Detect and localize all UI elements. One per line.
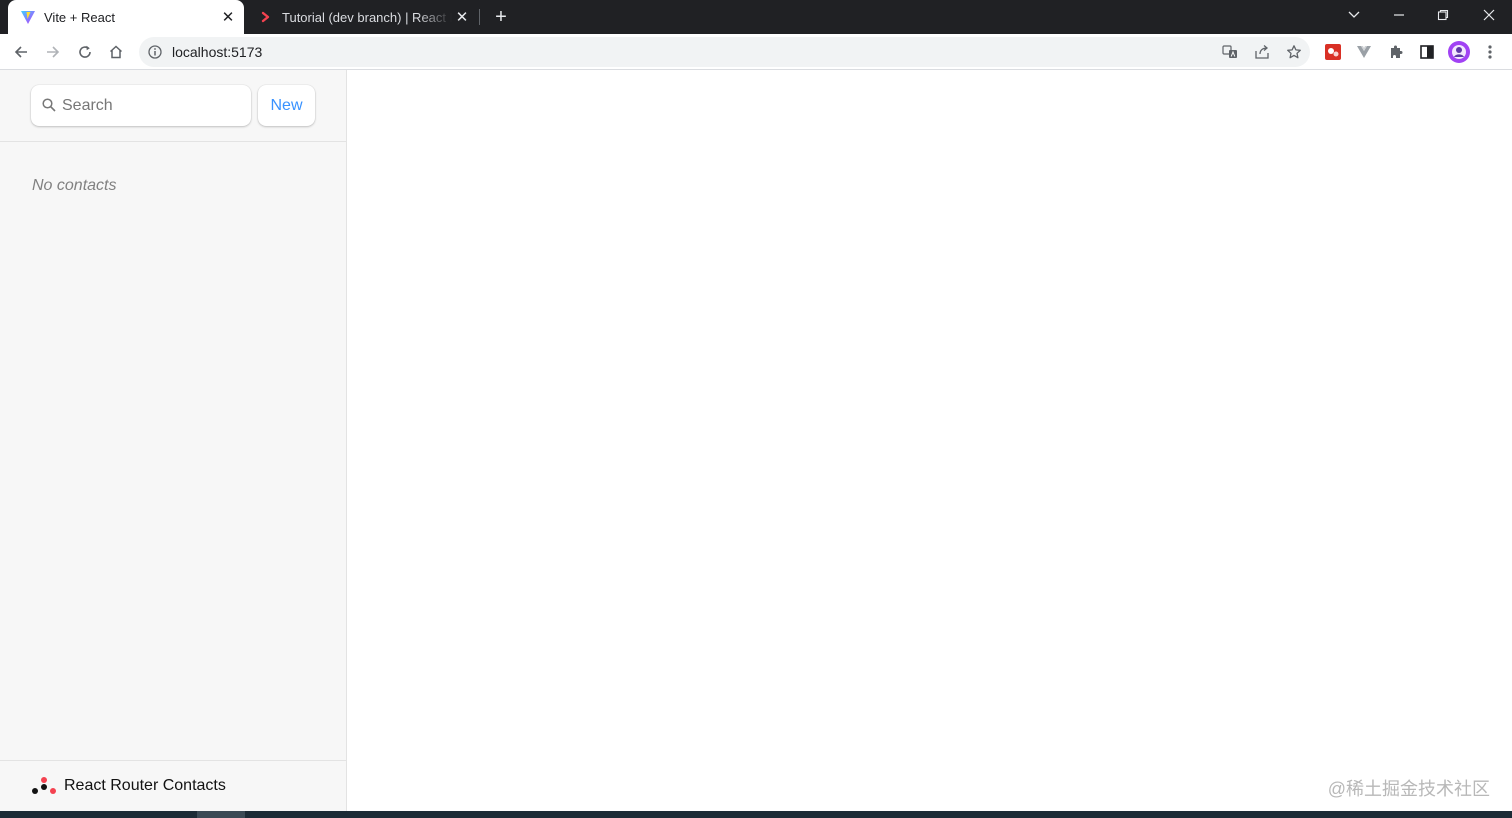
home-button[interactable] [102,38,130,66]
taskbar-item[interactable] [197,811,245,818]
close-tab-icon[interactable]: ✕ [218,7,238,27]
tab-title: Tutorial (dev branch) | React Router [282,9,452,25]
new-contact-button[interactable]: New [258,85,315,126]
footer-divider [0,760,346,761]
brand-name: React Router Contacts [64,777,226,794]
side-panel-icon[interactable] [1413,38,1441,66]
translate-icon[interactable] [1220,42,1240,62]
vue-devtools-icon[interactable] [1350,38,1378,66]
bookmark-star-icon[interactable] [1284,42,1304,62]
extension-red-icon[interactable] [1319,38,1347,66]
react-router-logo-icon [31,776,57,796]
site-info-icon[interactable] [147,44,163,60]
address-bar[interactable]: localhost:5173 [139,37,1310,67]
close-window-button[interactable] [1467,0,1511,30]
os-taskbar [0,811,1512,818]
reload-button[interactable] [71,38,99,66]
browser-toolbar: localhost:5173 [0,34,1512,70]
address-url: localhost:5173 [172,44,263,60]
minimize-button[interactable] [1377,0,1421,30]
restore-button[interactable] [1421,0,1465,30]
tab-title: Vite + React [44,9,115,25]
new-tab-button[interactable]: + [489,5,513,29]
extensions-puzzle-icon[interactable] [1382,38,1410,66]
react-router-icon [258,9,274,25]
profile-avatar[interactable] [1445,38,1473,66]
search-input[interactable] [62,85,242,126]
search-icon [42,98,56,112]
share-icon[interactable] [1252,42,1272,62]
tab-vite-react[interactable]: Vite + React ✕ [8,0,244,34]
close-tab-icon[interactable]: ✕ [452,7,472,27]
brand-footer: React Router Contacts [31,776,226,796]
tab-strip: Vite + React ✕ Tutorial (dev branch) | R… [0,0,1512,34]
browser-menu-icon[interactable] [1476,38,1504,66]
empty-contacts-message: No contacts [32,177,117,194]
tab-search-icon[interactable] [1332,0,1376,30]
tab-separator [479,9,480,25]
forward-button[interactable] [39,38,67,66]
sidebar: New No contacts React Router Contacts [0,70,347,811]
sidebar-divider [0,141,346,142]
tab-react-router-tutorial[interactable]: Tutorial (dev branch) | React Router ✕ [250,0,478,34]
back-button[interactable] [7,38,35,66]
watermark: @稀土掘金技术社区 [1327,779,1490,799]
search-form [31,85,251,126]
vite-icon [20,9,36,25]
